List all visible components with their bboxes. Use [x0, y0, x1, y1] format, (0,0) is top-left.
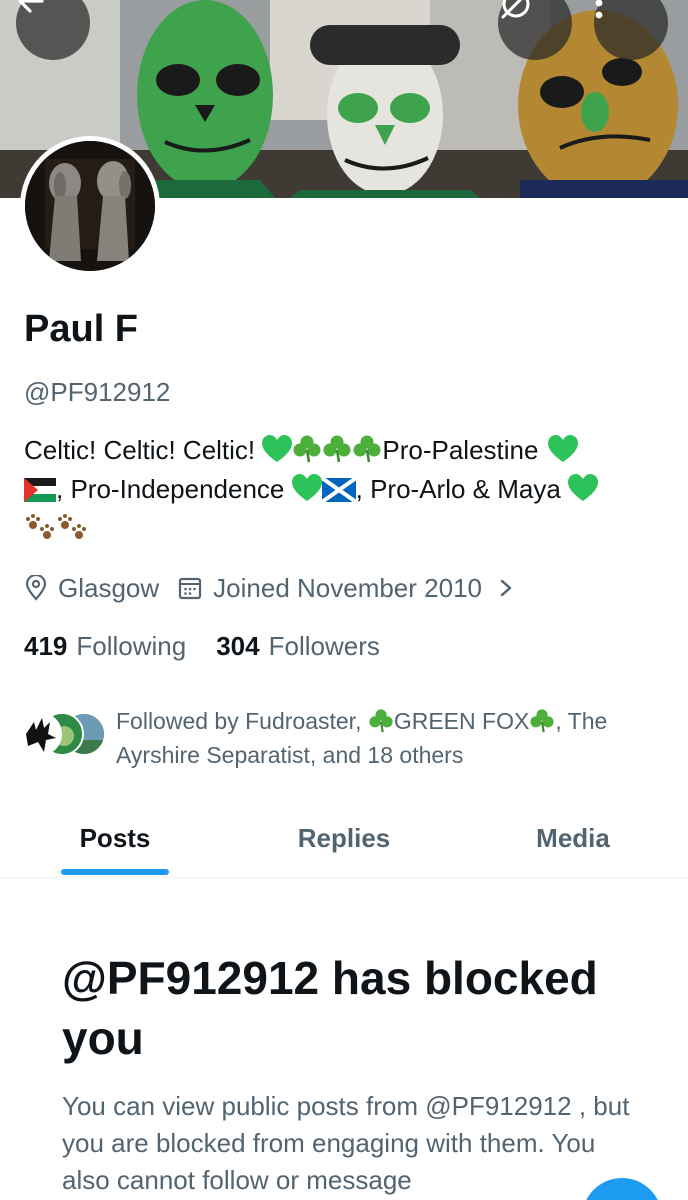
- profile-avatar[interactable]: [20, 136, 160, 276]
- followers-link[interactable]: 304 Followers: [216, 631, 380, 662]
- chevron-right-icon: [500, 579, 512, 597]
- avatar: [18, 712, 62, 756]
- profile-tabs: Posts Replies Media: [0, 800, 688, 878]
- arrow-left-icon: [18, 0, 44, 13]
- tab-media[interactable]: Media: [458, 800, 688, 877]
- following-count: 419: [24, 631, 68, 661]
- profile-meta: Glasgow Joined November 2010: [24, 570, 534, 606]
- shamrock-icon: [369, 709, 393, 733]
- bio-text-3: , Pro-Independence: [56, 474, 292, 504]
- join-date[interactable]: Joined November 2010: [177, 573, 516, 604]
- followed-by-avatars: [18, 704, 110, 756]
- location: Glasgow: [24, 573, 159, 604]
- active-tab-indicator: [61, 869, 169, 875]
- paw-prints-icon: [26, 514, 54, 539]
- followed-by-text: Followed by Fudroaster, GREEN FOX, The A…: [116, 708, 608, 768]
- location-pin-icon: [25, 575, 47, 601]
- followers-count: 304: [216, 631, 260, 661]
- shamrock-icon: [323, 435, 351, 463]
- paw-prints-icon: [58, 514, 86, 539]
- green-heart-icon: [547, 435, 578, 462]
- more-vertical-icon: [595, 0, 603, 19]
- green-heart-icon: [291, 474, 322, 501]
- following-label: Following: [76, 631, 187, 661]
- profile-handle: @PF912912: [24, 377, 171, 407]
- blocked-message: You can view public posts from @PF912912…: [62, 1091, 630, 1195]
- profile-name: Paul F: [24, 308, 139, 350]
- bio-text-1: Celtic! Celtic! Celtic!: [24, 435, 263, 465]
- follow-stats: 419 Following 304 Followers: [24, 631, 410, 662]
- followers-label: Followers: [268, 631, 380, 661]
- calendar-icon: [179, 577, 202, 600]
- followed-by[interactable]: Followed by Fudroaster, GREEN FOX, The A…: [18, 704, 656, 772]
- tab-replies[interactable]: Replies: [230, 800, 458, 877]
- bio-text-4: , Pro-Arlo & Maya: [355, 474, 569, 504]
- tab-posts[interactable]: Posts: [0, 800, 230, 877]
- following-link[interactable]: 419 Following: [24, 631, 186, 662]
- green-heart-icon: [262, 435, 293, 462]
- shamrock-icon: [353, 435, 381, 463]
- palestine-flag-icon: [24, 478, 56, 502]
- blocked-title: @PF912912 has blocked you: [62, 952, 598, 1064]
- join-date-text: Joined November 2010: [213, 572, 482, 603]
- bio-text-2: Pro-Palestine: [382, 435, 546, 465]
- profile-bio: Celtic! Celtic! Celtic! Pro-Palestine , …: [24, 431, 664, 548]
- green-heart-icon: [568, 474, 599, 501]
- location-text: Glasgow: [58, 572, 160, 603]
- scotland-flag-icon: [321, 478, 356, 502]
- shamrock-icon: [530, 709, 554, 733]
- avatar-dogs-image: [25, 141, 155, 271]
- shamrock-icon: [293, 435, 321, 463]
- no-symbol-icon: [501, 0, 530, 19]
